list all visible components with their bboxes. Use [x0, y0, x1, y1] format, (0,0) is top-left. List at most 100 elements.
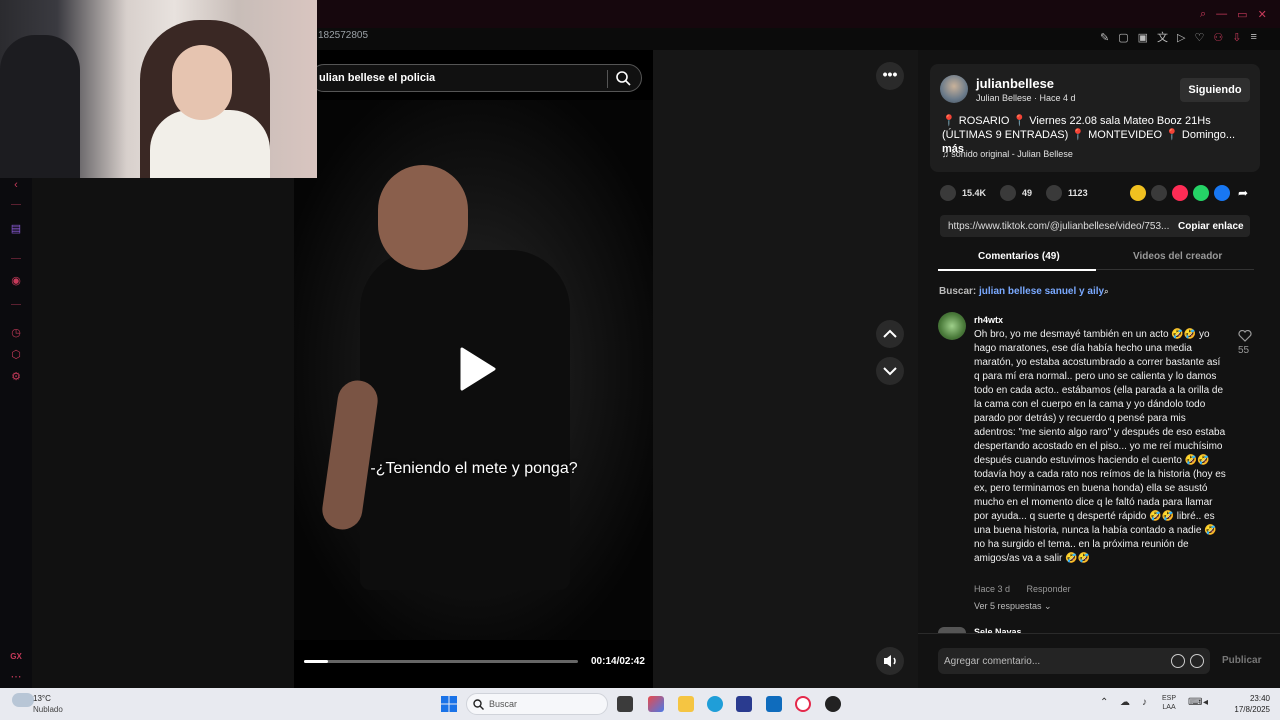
translate-icon[interactable]: 文: [1157, 29, 1168, 45]
mention-icon[interactable]: [1171, 654, 1185, 668]
engagement-actions: 15.4K 49 1123: [940, 184, 1102, 202]
copilot-icon[interactable]: [648, 696, 664, 712]
taskbar-search[interactable]: Buscar: [466, 693, 608, 715]
play-icon[interactable]: [458, 347, 496, 391]
search-input[interactable]: ulian bellese el policia: [319, 72, 435, 84]
mic-icon[interactable]: ♪: [1142, 697, 1147, 708]
video-link-box: https://www.tiktok.com/@julianbellese/vi…: [940, 215, 1250, 237]
comment-text: Oh bro, yo me desmayé también en un acto…: [974, 329, 1226, 564]
comment-username[interactable]: rh4wtx: [974, 315, 1003, 325]
volume-icon: [884, 655, 896, 667]
facebook-icon[interactable]: [1214, 185, 1230, 201]
comment-input[interactable]: Agregar comentario...: [938, 648, 1210, 674]
heart-icon: [940, 185, 956, 201]
cloud-icon[interactable]: [12, 693, 34, 707]
close-icon[interactable]: ✕: [1258, 8, 1267, 21]
extensions-icon[interactable]: ⬡: [9, 348, 23, 362]
network-icon[interactable]: ⌨: [1188, 697, 1202, 708]
heart-icon[interactable]: [1238, 330, 1252, 342]
weather-condition[interactable]: Nublado: [33, 705, 63, 714]
task-view-icon[interactable]: [617, 696, 633, 712]
save-button[interactable]: 1123: [1046, 185, 1088, 201]
volume-icon[interactable]: ◂: [1203, 697, 1208, 708]
player-icon[interactable]: ◉: [9, 274, 23, 288]
onedrive-icon[interactable]: ☁: [1120, 697, 1130, 708]
tab-creator-videos[interactable]: Videos del creador: [1133, 251, 1222, 262]
taskbar: 13°C Nublado Buscar ⌃ ☁ ♪ ESP LAA ⌨ ◂ 23…: [0, 688, 1280, 720]
video-progress-bar[interactable]: [304, 660, 578, 663]
tab-icon[interactable]: ▢: [1118, 31, 1128, 44]
history-icon[interactable]: ◷: [9, 326, 23, 340]
comment-icon: [1000, 185, 1017, 201]
webcam-person-left: [0, 35, 80, 178]
file-explorer-icon[interactable]: [678, 696, 694, 712]
video-link-url[interactable]: https://www.tiktok.com/@julianbellese/vi…: [948, 221, 1169, 232]
more-icon[interactable]: ⋯: [9, 670, 23, 684]
menu-icon[interactable]: ≡: [1250, 31, 1256, 43]
video-time: 00:14/02:42: [591, 656, 645, 667]
copy-link-button[interactable]: Copiar enlace: [1178, 221, 1244, 232]
webcam-overlay: [0, 0, 317, 178]
sound-link[interactable]: ♫ sonido original - Julian Bellese: [942, 149, 1073, 159]
view-replies-button[interactable]: Ver 5 respuestas ⌄: [974, 601, 1052, 612]
video-subtitle: -¿Teniendo el mete y ponga?: [370, 460, 578, 477]
chevron-down-icon: [883, 367, 897, 376]
comment-time: Hace 3 d: [974, 584, 1011, 594]
reply-button[interactable]: Responder: [1027, 584, 1071, 594]
video-search-box[interactable]: ulian bellese el policia: [310, 64, 642, 92]
whatsapp-icon[interactable]: [1193, 185, 1209, 201]
creator-name[interactable]: julianbellese: [976, 76, 1054, 91]
following-button[interactable]: Siguiendo: [1180, 78, 1250, 102]
video-progress-fill: [304, 660, 328, 663]
page-background: [32, 178, 294, 688]
video-performer-head: [378, 165, 468, 270]
language-indicator[interactable]: ESP LAA: [1162, 694, 1176, 712]
maximize-icon[interactable]: ▭: [1237, 8, 1247, 21]
publish-button[interactable]: Publicar: [1222, 655, 1261, 666]
volume-button[interactable]: [876, 647, 904, 675]
avatar[interactable]: [940, 75, 968, 103]
edge-icon[interactable]: [707, 696, 723, 712]
comment-search-suggestion[interactable]: Buscar: julian bellese sanuel y aily⌕: [939, 286, 1109, 297]
like-button[interactable]: 15.4K: [940, 185, 986, 201]
tab-comments[interactable]: Comentarios (49): [978, 251, 1060, 262]
coin-icon[interactable]: [1130, 185, 1146, 201]
share-icon[interactable]: ➦: [1235, 185, 1251, 201]
heart-icon[interactable]: ♡: [1195, 31, 1205, 44]
window-controls: ⌕ — ▭ ✕: [1200, 8, 1267, 21]
account-icon[interactable]: ⚇: [1213, 31, 1223, 44]
app-icon[interactable]: [825, 696, 841, 712]
browser-toolbar: ✎ ▢ ▣ 文 ▷ ♡ ⚇ ⇩ ≡: [1100, 28, 1280, 46]
avatar[interactable]: [938, 312, 966, 340]
outlook-icon[interactable]: [766, 696, 782, 712]
search-icon: ⌕: [1104, 287, 1109, 296]
download-icon[interactable]: ⇩: [1232, 31, 1241, 44]
send-icon[interactable]: [1172, 185, 1188, 201]
webcam-person-body: [150, 110, 270, 178]
weather-temp[interactable]: 13°C: [33, 694, 51, 703]
emoji-icon[interactable]: [1190, 654, 1204, 668]
comment-meta: Hace 3 d Responder: [974, 584, 1085, 594]
pin-icon[interactable]: ✎: [1100, 31, 1109, 44]
taskbar-clock[interactable]: 23:40 17/8/2025: [1222, 693, 1270, 715]
play-icon[interactable]: ▷: [1177, 31, 1185, 44]
minimize-icon[interactable]: —: [1216, 8, 1227, 21]
search-icon[interactable]: ⌕: [1200, 8, 1206, 21]
more-options-button[interactable]: •••: [876, 62, 904, 90]
sidebar-collapse-icon[interactable]: ‹: [9, 178, 23, 192]
gx-label[interactable]: GX: [9, 650, 23, 664]
camera-icon[interactable]: ▣: [1138, 31, 1148, 44]
opera-gx-icon[interactable]: [795, 696, 811, 712]
twitch-icon[interactable]: ▤: [9, 222, 23, 236]
embed-icon[interactable]: [1151, 185, 1167, 201]
webcam-person-face: [172, 45, 232, 120]
search-icon[interactable]: [615, 70, 631, 86]
next-video-button[interactable]: [876, 357, 904, 385]
windows-start-icon[interactable]: [441, 696, 457, 712]
chevron-up-icon[interactable]: ⌃: [1100, 697, 1108, 708]
previous-video-button[interactable]: [876, 320, 904, 348]
url-fragment: 182572805: [318, 30, 369, 41]
comment-button[interactable]: 49: [1000, 185, 1032, 201]
settings-icon[interactable]: ⚙: [9, 370, 23, 384]
store-icon[interactable]: [736, 696, 752, 712]
